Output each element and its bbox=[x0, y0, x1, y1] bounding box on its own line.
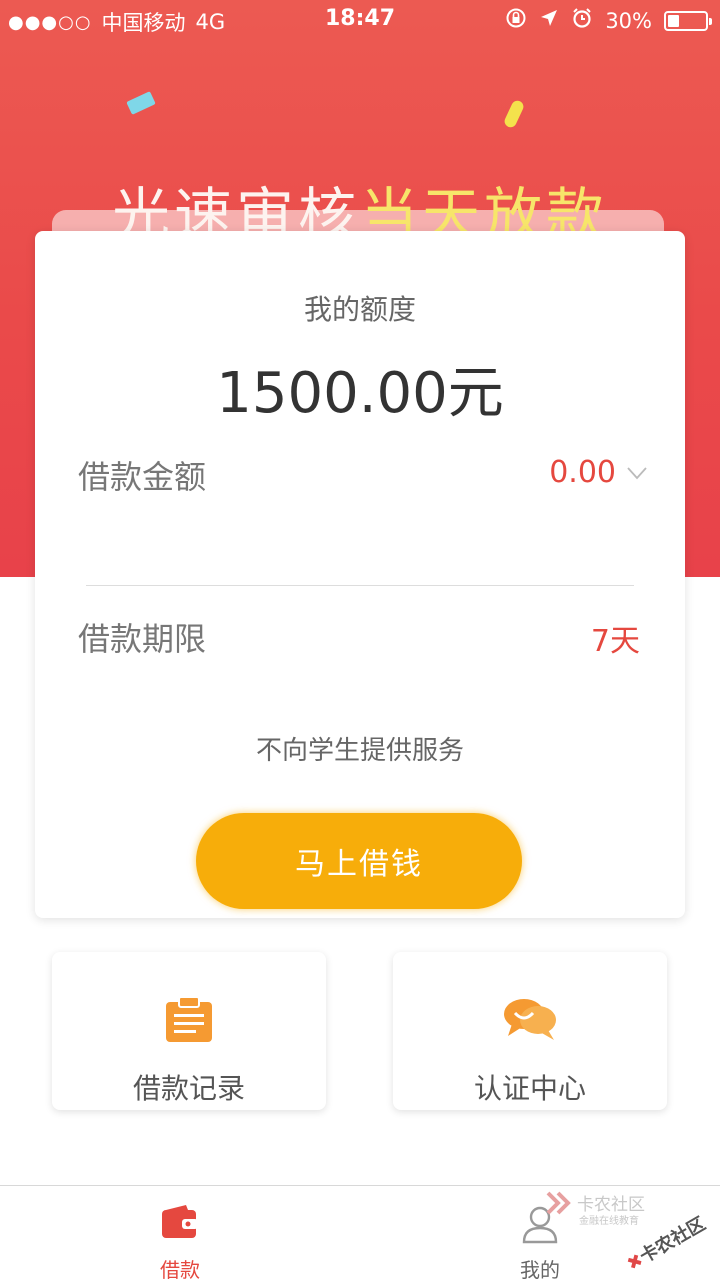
watermark-logo-icon bbox=[546, 1191, 571, 1215]
tab-mine-label: 我的 bbox=[520, 1258, 560, 1282]
loan-records-tile[interactable]: 借款记录 bbox=[52, 952, 326, 1110]
chat-icon bbox=[502, 996, 558, 1046]
clipboard-icon bbox=[164, 996, 214, 1048]
loan-amount-selector[interactable]: 0.00 bbox=[549, 455, 648, 490]
tab-loan-label: 借款 bbox=[160, 1258, 200, 1282]
battery-percent: 30% bbox=[605, 8, 652, 33]
loan-amount-value: 0.00 bbox=[549, 455, 616, 490]
wallet-icon bbox=[160, 1204, 200, 1244]
battery-icon bbox=[664, 10, 712, 31]
credit-amount: 1500.00元 bbox=[216, 361, 504, 426]
battery-fill bbox=[668, 14, 679, 27]
loan-term-value[interactable]: 7天 bbox=[591, 616, 640, 660]
verification-center-tile[interactable]: 认证中心 bbox=[393, 952, 667, 1110]
watermark-subtitle: 金融在线教育 bbox=[579, 1216, 639, 1227]
watermark: 卡农社区 金融在线教育 bbox=[545, 1190, 645, 1227]
alarm-icon bbox=[571, 7, 593, 34]
borrow-now-button[interactable]: 马上借钱 bbox=[196, 813, 522, 909]
status-bar: ●●●○○ 中国移动 4G 18:47 30% bbox=[0, 0, 720, 40]
rotation-lock-icon bbox=[505, 7, 527, 34]
loan-term-label: 借款期限 bbox=[78, 620, 207, 658]
loan-amount-label: 借款金额 bbox=[78, 458, 207, 496]
tab-loan[interactable]: 借款 bbox=[0, 1186, 360, 1282]
loan-records-label: 借款记录 bbox=[132, 1072, 245, 1105]
verification-center-label: 认证中心 bbox=[473, 1072, 586, 1105]
chevron-down-icon bbox=[627, 466, 647, 479]
confetti-decoration bbox=[126, 91, 156, 115]
location-arrow-icon bbox=[539, 8, 559, 33]
confetti-decoration bbox=[502, 98, 526, 130]
credit-title: 我的额度 bbox=[303, 293, 416, 326]
student-notice: 不向学生提供服务 bbox=[255, 736, 464, 766]
divider bbox=[86, 585, 634, 586]
